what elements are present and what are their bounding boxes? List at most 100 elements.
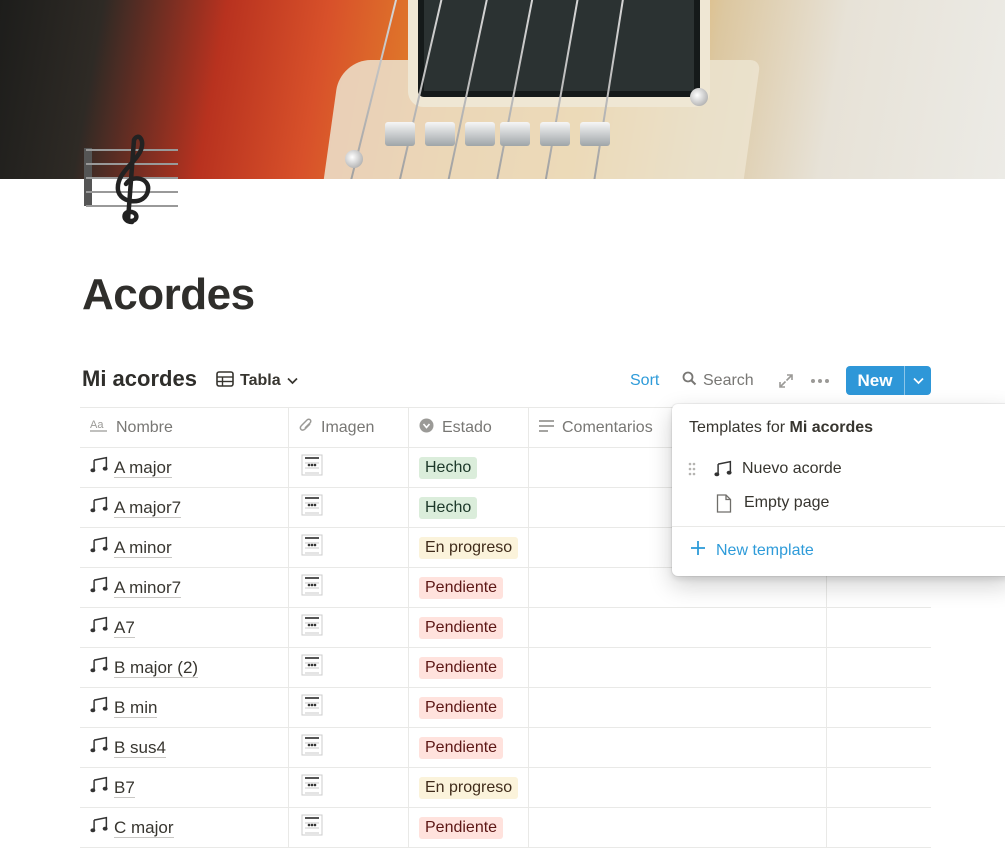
chord-diagram-icon[interactable] bbox=[301, 734, 323, 761]
cell-comentarios[interactable] bbox=[529, 688, 827, 727]
row-title[interactable]: B7 bbox=[114, 778, 135, 798]
row-title[interactable]: A minor7 bbox=[114, 578, 182, 598]
new-button-group: New bbox=[846, 366, 931, 395]
cell-comentarios[interactable] bbox=[529, 648, 827, 687]
open-full-page-icon[interactable] bbox=[778, 370, 794, 392]
cell-extra[interactable] bbox=[827, 808, 931, 847]
cell-nombre[interactable]: C major bbox=[80, 808, 289, 847]
music-notes-icon bbox=[90, 736, 108, 759]
table-row[interactable]: B sus4 Pendiente bbox=[80, 728, 931, 768]
cell-estado[interactable]: En progreso bbox=[409, 528, 529, 567]
chord-diagram-icon[interactable] bbox=[301, 774, 323, 801]
cell-extra[interactable] bbox=[827, 768, 931, 807]
template-item-nuevo-acorde[interactable]: Nuevo acorde bbox=[688, 455, 842, 483]
cell-estado[interactable]: Pendiente bbox=[409, 608, 529, 647]
table-row[interactable]: A7 Pendiente bbox=[80, 608, 931, 648]
cell-nombre[interactable]: B min bbox=[80, 688, 289, 727]
cell-estado[interactable]: Pendiente bbox=[409, 728, 529, 767]
row-title[interactable]: A major7 bbox=[114, 498, 182, 518]
page-title: Acordes bbox=[82, 270, 255, 319]
column-header-estado[interactable]: Estado bbox=[409, 408, 529, 447]
cell-estado[interactable]: Pendiente bbox=[409, 648, 529, 687]
table-row[interactable]: B major (2) Pendiente bbox=[80, 648, 931, 688]
cell-imagen[interactable] bbox=[289, 688, 409, 727]
cell-nombre[interactable]: A7 bbox=[80, 608, 289, 647]
new-dropdown-button[interactable] bbox=[905, 366, 931, 395]
row-title[interactable]: C major bbox=[114, 818, 174, 838]
status-badge: Pendiente bbox=[419, 576, 504, 599]
cell-imagen[interactable] bbox=[289, 488, 409, 527]
row-title[interactable]: A minor bbox=[114, 538, 172, 558]
text-property-icon: Aa bbox=[90, 418, 108, 437]
table-row[interactable]: B7 En progreso bbox=[80, 768, 931, 808]
cell-imagen[interactable] bbox=[289, 528, 409, 567]
cell-imagen[interactable] bbox=[289, 648, 409, 687]
cell-estado[interactable]: En progreso bbox=[409, 768, 529, 807]
search-button[interactable]: Search bbox=[682, 370, 754, 392]
cell-nombre[interactable]: A minor bbox=[80, 528, 289, 567]
cell-nombre[interactable]: A major7 bbox=[80, 488, 289, 527]
database-title[interactable]: Mi acordes bbox=[82, 366, 197, 392]
text-lines-icon bbox=[539, 419, 554, 437]
column-header-imagen[interactable]: Imagen bbox=[289, 408, 409, 447]
new-button[interactable]: New bbox=[846, 366, 905, 395]
cell-estado[interactable]: Hecho bbox=[409, 448, 529, 487]
cell-extra[interactable] bbox=[827, 608, 931, 647]
cell-comentarios[interactable] bbox=[529, 808, 827, 847]
cell-nombre[interactable]: B7 bbox=[80, 768, 289, 807]
chord-diagram-icon[interactable] bbox=[301, 654, 323, 681]
music-notes-icon bbox=[714, 460, 732, 478]
cell-extra[interactable] bbox=[827, 648, 931, 687]
chord-diagram-icon[interactable] bbox=[301, 494, 323, 521]
status-badge: En progreso bbox=[419, 776, 519, 799]
cell-imagen[interactable] bbox=[289, 768, 409, 807]
column-header-nombre[interactable]: Aa Nombre bbox=[80, 408, 289, 447]
row-title[interactable]: B major (2) bbox=[114, 658, 199, 678]
more-options-icon[interactable] bbox=[810, 370, 830, 392]
drag-handle-icon[interactable] bbox=[688, 462, 700, 476]
cell-extra[interactable] bbox=[827, 688, 931, 727]
new-template-button[interactable]: New template bbox=[690, 540, 814, 561]
status-badge: Hecho bbox=[419, 496, 478, 519]
chord-diagram-icon[interactable] bbox=[301, 814, 323, 841]
cell-nombre[interactable]: A minor7 bbox=[80, 568, 289, 607]
chord-diagram-icon[interactable] bbox=[301, 534, 323, 561]
chord-diagram-icon[interactable] bbox=[301, 574, 323, 601]
cell-extra[interactable] bbox=[827, 728, 931, 767]
music-notes-icon bbox=[90, 536, 108, 559]
view-switcher[interactable]: Tabla bbox=[216, 369, 298, 393]
row-title[interactable]: B min bbox=[114, 698, 158, 718]
status-badge: Pendiente bbox=[419, 656, 504, 679]
cell-estado[interactable]: Hecho bbox=[409, 488, 529, 527]
cell-comentarios[interactable] bbox=[529, 768, 827, 807]
sort-button[interactable]: Sort bbox=[630, 370, 659, 392]
table-row[interactable]: C major Pendiente bbox=[80, 808, 931, 848]
chord-diagram-icon[interactable] bbox=[301, 694, 323, 721]
treble-clef-icon[interactable] bbox=[82, 130, 182, 230]
row-title[interactable]: A major bbox=[114, 458, 172, 478]
cell-imagen[interactable] bbox=[289, 608, 409, 647]
status-badge: Pendiente bbox=[419, 696, 504, 719]
svg-text:Aa: Aa bbox=[90, 419, 104, 431]
cell-imagen[interactable] bbox=[289, 808, 409, 847]
cell-imagen[interactable] bbox=[289, 448, 409, 487]
music-notes-icon bbox=[90, 816, 108, 839]
cell-imagen[interactable] bbox=[289, 728, 409, 767]
row-title[interactable]: B sus4 bbox=[114, 738, 166, 758]
cell-nombre[interactable]: B major (2) bbox=[80, 648, 289, 687]
cell-nombre[interactable]: A major bbox=[80, 448, 289, 487]
status-badge: En progreso bbox=[419, 536, 519, 559]
template-item-empty-page[interactable]: Empty page bbox=[716, 489, 829, 517]
table-row[interactable]: B min Pendiente bbox=[80, 688, 931, 728]
cell-estado[interactable]: Pendiente bbox=[409, 688, 529, 727]
cell-estado[interactable]: Pendiente bbox=[409, 808, 529, 847]
chord-diagram-icon[interactable] bbox=[301, 614, 323, 641]
cell-nombre[interactable]: B sus4 bbox=[80, 728, 289, 767]
row-title[interactable]: A7 bbox=[114, 618, 135, 638]
cell-comentarios[interactable] bbox=[529, 608, 827, 647]
chord-diagram-icon[interactable] bbox=[301, 454, 323, 481]
cell-imagen[interactable] bbox=[289, 568, 409, 607]
cell-estado[interactable]: Pendiente bbox=[409, 568, 529, 607]
cell-comentarios[interactable] bbox=[529, 728, 827, 767]
templates-popup: Templates for Mi acordes New template Nu… bbox=[672, 404, 1005, 576]
